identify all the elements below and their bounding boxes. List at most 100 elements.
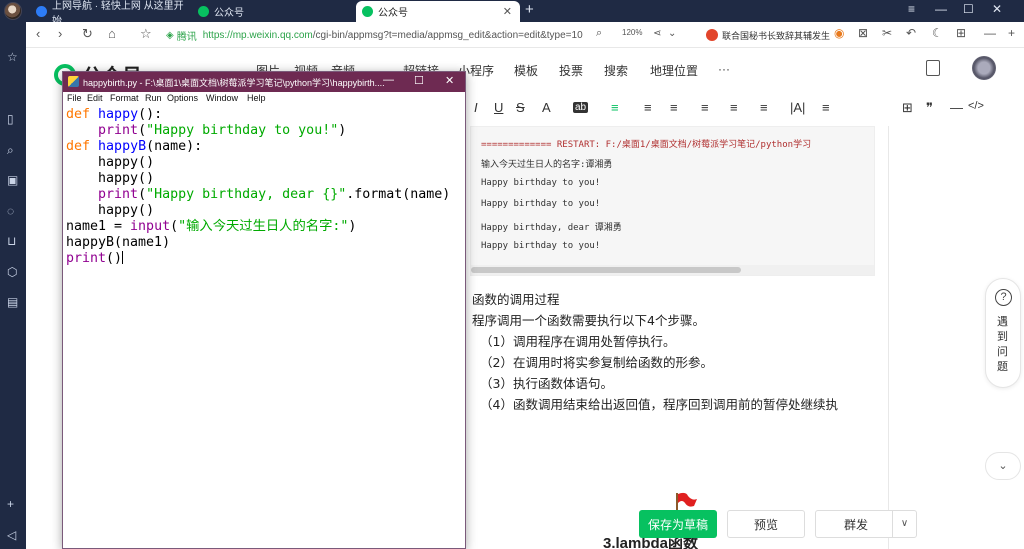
vote-tool[interactable]: 投票 <box>559 62 583 79</box>
indent-button[interactable]: ≡ <box>701 100 709 115</box>
site-label: 腾讯 <box>176 31 197 43</box>
maximize-button[interactable]: ☐ <box>963 2 974 16</box>
menu-options[interactable]: Options <box>167 93 198 103</box>
quote-button[interactable]: ❞ <box>926 100 933 116</box>
align-left-button[interactable]: ≡ <box>611 100 619 115</box>
back-icon[interactable]: ‹ <box>36 26 40 41</box>
console-scroll-thumb[interactable] <box>471 267 741 273</box>
tab-navigation[interactable]: 上网导航 · 轻快上网 从这里开始 <box>30 1 190 27</box>
search-icon[interactable]: ⌕ <box>7 143 14 158</box>
idle-close-button[interactable]: ✕ <box>445 74 454 87</box>
article-step: （1）调用程序在调用处暂停执行。 <box>480 334 676 349</box>
scissors-icon[interactable]: ✂ <box>882 26 892 40</box>
location-tool[interactable]: 地理位置 <box>650 62 698 79</box>
help-widget[interactable]: ? 遇到问题 <box>985 278 1021 388</box>
publish-button[interactable]: 群发 ∨ <box>815 510 917 538</box>
close-window-button[interactable]: ✕ <box>992 2 1002 16</box>
code-line: happyB(name1) <box>66 235 464 251</box>
add-icon[interactable]: + <box>7 497 14 511</box>
divider-button[interactable]: — <box>950 100 963 115</box>
tab-mp-active[interactable]: 公众号 ✕ <box>356 1 520 22</box>
code-line: happy() <box>66 203 464 219</box>
menu-format[interactable]: Format <box>110 93 139 103</box>
menu-icon[interactable]: ≡ <box>908 2 915 16</box>
code-function-name: happy <box>98 107 139 122</box>
tab-mp-1[interactable]: 公众号 <box>192 1 352 22</box>
apps-icon[interactable]: ▤ <box>7 295 18 309</box>
strikethrough-button[interactable]: S <box>516 100 525 115</box>
highlight-button[interactable]: ab <box>573 102 589 113</box>
url-field[interactable]: ◈ 腾讯 https://mp.weixin.qq.com /cgi-bin/a… <box>166 26 583 44</box>
zoom-level[interactable]: 120% <box>622 28 642 37</box>
bag-icon[interactable]: ⊠ <box>858 26 868 40</box>
console-scrollbar[interactable] <box>471 265 874 275</box>
editor-content[interactable]: ============= RESTART: F:/桌面1/桌面文档/树莓派学习… <box>446 126 896 549</box>
night-mode-icon[interactable]: ☾ <box>932 26 943 40</box>
menu-edit[interactable]: Edit <box>87 93 103 103</box>
star-icon[interactable]: ☆ <box>7 50 18 64</box>
font-color-button[interactable]: A <box>542 100 551 115</box>
new-tab-button[interactable]: + <box>525 1 534 18</box>
idle-code-area[interactable]: def happy(): print("Happy birthday to yo… <box>66 107 464 547</box>
menu-run[interactable]: Run <box>145 93 162 103</box>
more-tools-button[interactable]: ··· <box>718 62 730 76</box>
align-center-button[interactable]: ≡ <box>644 100 652 115</box>
share-icon[interactable]: ⋖ <box>653 28 661 39</box>
cart-icon[interactable]: ⊔ <box>7 234 16 248</box>
paragraph-spacing-button[interactable]: ≡ <box>760 100 768 115</box>
save-draft-button[interactable]: 保存为草稿 <box>639 510 717 538</box>
line-height-button[interactable]: ≡ <box>730 100 738 115</box>
publish-more-chevron-icon[interactable]: ∨ <box>892 510 916 538</box>
video-icon[interactable]: ▣ <box>7 173 18 187</box>
collapse-icon[interactable]: ◁ <box>7 528 16 542</box>
italic-button[interactable]: I <box>474 100 478 115</box>
search-tool[interactable]: 搜索 <box>604 62 628 79</box>
idle-minimize-button[interactable]: — <box>383 74 394 86</box>
grid-icon[interactable]: ⊞ <box>956 26 966 40</box>
code-line: def happyB(name): <box>66 139 464 155</box>
console-line: Happy birthday, dear 谭湘勇 <box>481 223 622 233</box>
zoom-search-icon[interactable]: ⌕ <box>596 27 602 40</box>
menu-file[interactable]: File <box>67 93 82 103</box>
home-icon[interactable]: ⌂ <box>108 26 116 41</box>
user-avatar[interactable] <box>4 2 22 20</box>
article-body[interactable]: 函数的调用过程 程序调用一个函数需要执行以下4个步骤。 （1）调用程序在调用处暂… <box>472 289 892 415</box>
search-suggestion[interactable]: 联合国秘书长致辞其辅发生 <box>706 26 836 44</box>
idle-editor-window[interactable]: happybirth.py - F:\桌面1\桌面文档\树莓派学习笔记\pyth… <box>62 71 466 549</box>
game-controller-icon[interactable]: ⬡ <box>7 265 17 279</box>
menu-help[interactable]: Help <box>247 93 266 103</box>
book-icon[interactable]: ▯ <box>7 112 14 126</box>
list-button[interactable]: ≡ <box>822 100 830 115</box>
reload-icon[interactable]: ↻ <box>82 26 93 42</box>
minimize-button[interactable]: — <box>935 2 947 16</box>
idle-title-bar[interactable]: happybirth.py - F:\桌面1\桌面文档\树莓派学习笔记\pyth… <box>63 72 465 92</box>
bookmark-star-icon[interactable]: ☆ <box>140 26 152 42</box>
minus-icon[interactable]: — <box>984 26 996 40</box>
idle-maximize-button[interactable]: ☐ <box>414 74 424 87</box>
align-right-button[interactable]: ≡ <box>670 100 678 115</box>
underline-button[interactable]: U <box>494 100 503 115</box>
letter-spacing-button[interactable]: |A| <box>790 100 805 115</box>
forward-icon[interactable]: › <box>58 26 62 41</box>
document-icon[interactable] <box>926 60 940 76</box>
account-avatar[interactable] <box>972 56 996 80</box>
game-icon[interactable]: ◉ <box>834 26 844 40</box>
chat-icon[interactable]: ◌ <box>7 204 14 218</box>
close-tab-icon[interactable]: ✕ <box>503 5 512 18</box>
browser-tab-strip: 上网导航 · 轻快上网 从这里开始 公众号 公众号 ✕ + ≡ — ☐ ✕ <box>0 0 1024 27</box>
code-button[interactable]: </> <box>968 100 984 112</box>
preview-button[interactable]: 预览 <box>727 510 805 538</box>
undo-icon[interactable]: ↶ <box>906 26 916 40</box>
code-text: (): <box>138 107 163 122</box>
add-icon[interactable]: + <box>1008 26 1015 40</box>
lock-icon: ◈ <box>166 29 174 41</box>
dropdown-icon[interactable]: ⌄ <box>668 28 676 39</box>
table-button[interactable]: ⊞ <box>902 100 913 116</box>
scroll-down-button[interactable]: ⌄ <box>985 452 1021 480</box>
menu-window[interactable]: Window <box>206 93 238 103</box>
code-text: happyB(name1) <box>66 235 171 250</box>
tab-label: 公众号 <box>214 8 244 19</box>
template-tool[interactable]: 模板 <box>514 62 538 79</box>
